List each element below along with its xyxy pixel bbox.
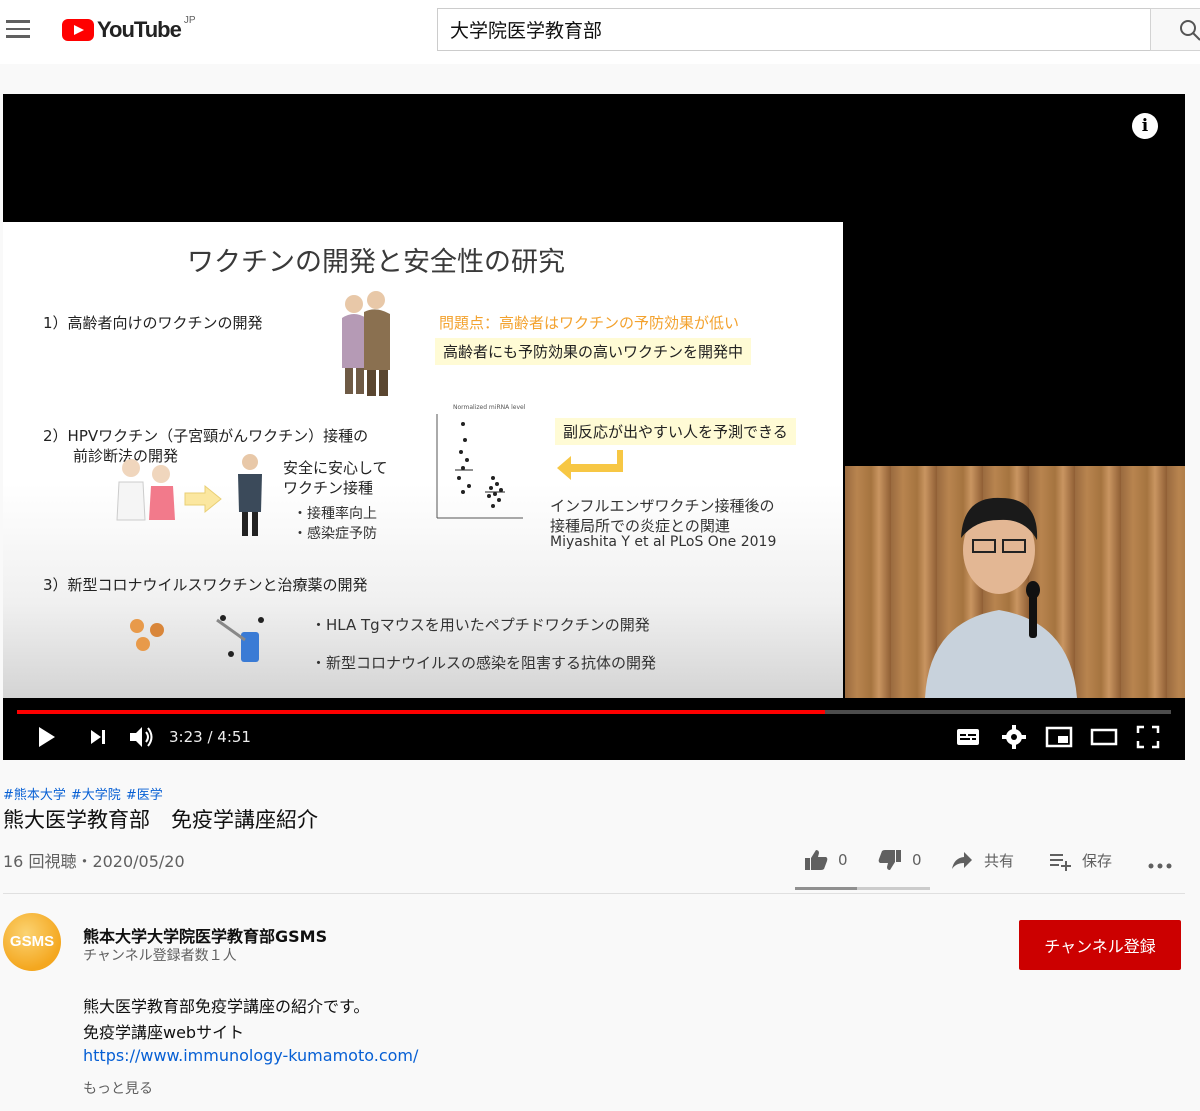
person-illustration <box>238 454 262 536</box>
masthead: YouTube JP 大学院医学教育部 <box>0 0 1200 64</box>
search-button[interactable] <box>1150 8 1200 51</box>
settings-icon[interactable] <box>1001 724 1027 750</box>
slide-safe: 安全に安心して ワクチン接種 <box>283 458 388 498</box>
presenter-illustration <box>925 497 1077 698</box>
playlist-add-icon <box>1050 854 1071 871</box>
description-line: 免疫学講座webサイト <box>83 1023 245 1042</box>
slide-side-effect: 副反応が出やすい人を予測できる <box>555 418 796 445</box>
thumbs-up-icon <box>805 850 828 870</box>
next-icon[interactable] <box>87 724 109 750</box>
hashtag-link[interactable]: #大学院 <box>71 788 121 803</box>
youtube-logo[interactable]: YouTube JP <box>62 14 196 44</box>
slide-title: ワクチンの開発と安全性の研究 <box>187 247 565 278</box>
hashtag-link[interactable]: #医学 <box>126 788 163 803</box>
show-more-button[interactable]: もっと見る <box>83 1078 153 1098</box>
save-button[interactable]: 保存 <box>1048 846 1112 874</box>
syringe-icon <box>216 615 264 662</box>
info-icon[interactable]: i <box>1132 113 1158 139</box>
thumbs-down-icon <box>878 850 901 870</box>
slide-bullet-3a: ・HLA Tgマウスを用いたペプチドワクチンの開発 <box>311 616 650 634</box>
view-count-date: 16 回視聴・2020/05/20 <box>3 852 185 871</box>
logo-text: YouTube <box>97 17 182 42</box>
menu-icon[interactable] <box>6 20 30 40</box>
like-count: 0 <box>838 851 848 869</box>
slide-section-2-line1: 2）HPVワクチン（子宮頸がんワクチン）接種の <box>43 427 369 445</box>
slide-goal: 高齢者にも予防効果の高いワクチンを開発中 <box>435 338 752 365</box>
time-display: 3:23 / 4:51 <box>169 728 251 746</box>
fullscreen-icon[interactable] <box>1135 724 1161 750</box>
save-label: 保存 <box>1082 851 1113 870</box>
search-icon <box>1180 20 1200 41</box>
channel-name[interactable]: 熊本大学大学院医学教育部GSMS <box>83 923 327 947</box>
dislike-count: 0 <box>912 851 922 869</box>
more-actions-button[interactable] <box>1148 852 1182 880</box>
subscriber-count: チャンネル登録者数１人 <box>83 948 237 964</box>
sentiment-bar <box>795 887 930 890</box>
hashtag-link[interactable]: #熊本大学 <box>3 788 66 803</box>
play-logo-icon <box>62 19 94 41</box>
share-label: 共有 <box>984 851 1015 870</box>
video-player[interactable]: ワクチンの開発と安全性の研究 1）高齢者向けのワクチンの開発 問題点：高齢者はワ… <box>3 94 1185 760</box>
slide-safe-line1: 安全に安心して <box>283 459 388 477</box>
more-horiz-icon <box>1148 863 1172 869</box>
like-button[interactable]: 0 <box>804 846 848 874</box>
progress-bar[interactable] <box>17 710 1171 714</box>
plot-label: Normalized miRNA level <box>453 404 526 411</box>
virus-icon <box>130 619 164 651</box>
arrow-right-icon <box>184 484 222 514</box>
volume-icon[interactable] <box>127 724 155 750</box>
slide-bullets: ・接種率向上 ・感染症予防 <box>293 504 377 544</box>
slide-section-1: 1）高齢者向けのワクチンの開発 <box>43 314 263 332</box>
slide-safe-line2: ワクチン接種 <box>283 479 374 497</box>
nurse-child-illustration <box>116 459 175 521</box>
channel-avatar[interactable]: GSMS <box>3 913 61 971</box>
video-slide: ワクチンの開発と安全性の研究 1）高齢者向けのワクチンの開発 問題点：高齢者はワ… <box>3 222 843 698</box>
miniplayer-icon[interactable] <box>1045 724 1073 750</box>
video-title: 熊大医学教育部 免疫学講座紹介 <box>3 808 318 832</box>
theater-mode-icon[interactable] <box>1089 724 1119 750</box>
play-icon[interactable] <box>35 724 57 750</box>
subscribe-button[interactable]: チャンネル登録 <box>1019 920 1181 970</box>
slide-section-3: 3）新型コロナウイルスワクチンと治療薬の開発 <box>43 576 368 594</box>
slide-bullet-1: ・接種率向上 <box>293 506 377 522</box>
divider <box>3 893 1185 894</box>
logo-region: JP <box>183 14 196 26</box>
search-input[interactable]: 大学院医学教育部 <box>437 8 1151 51</box>
slide-bullet-3b: ・新型コロナウイルスの感染を阻害する抗体の開発 <box>311 654 657 672</box>
slide-flu-line2: 接種局所での炎症との関連 <box>550 517 730 535</box>
share-icon <box>952 852 972 869</box>
slide-bullet-2: ・感染症予防 <box>293 526 377 542</box>
slide-problem: 問題点：高齢者はワクチンの予防効果が低い <box>439 314 740 332</box>
share-button[interactable]: 共有 <box>950 846 1014 874</box>
slide-flu-line1: インフルエンザワクチン接種後の <box>550 497 775 515</box>
mirna-scatter-plot: Normalized miRNA level <box>436 404 526 519</box>
elderly-couple-illustration <box>342 291 390 396</box>
subtitles-icon[interactable] <box>955 724 981 750</box>
arrow-left-icon <box>557 450 623 480</box>
description-line: 熊大医学教育部免疫学講座の紹介です。 <box>83 997 370 1016</box>
description-link[interactable]: https://www.immunology-kumamoto.com/ <box>83 1046 418 1065</box>
slide-flu: インフルエンザワクチン接種後の 接種局所での炎症との関連 <box>550 496 775 536</box>
sentiment-bar-likes <box>795 887 857 890</box>
slide-citation: Miyashita Y et al PLoS One 2019 <box>550 534 777 550</box>
progress-bar-fill <box>17 710 825 714</box>
dislike-button[interactable]: 0 <box>878 846 922 874</box>
hashtags: #熊本大学 #大学院 #医学 <box>3 784 168 803</box>
presenter-camera <box>845 466 1185 698</box>
